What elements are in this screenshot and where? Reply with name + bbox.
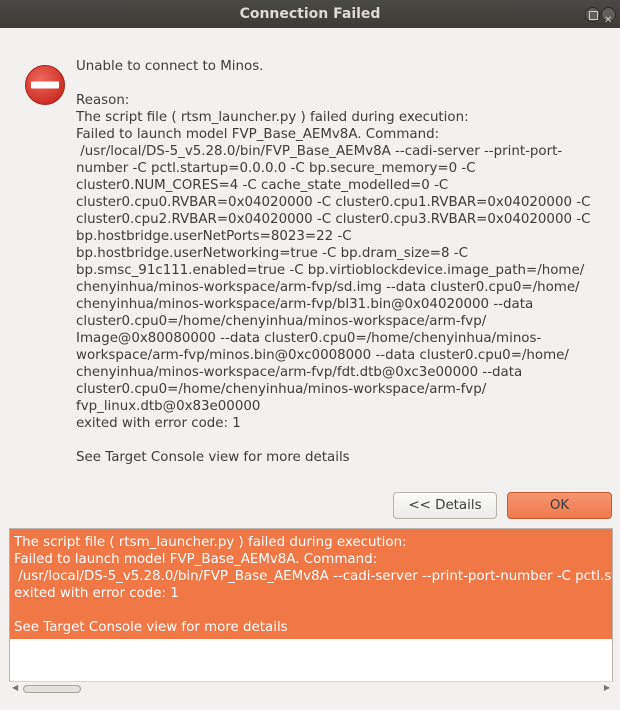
message-line: fvp_linux.dtb@0x83e00000 [76, 399, 261, 414]
message-line: cluster0.cpu0.RVBAR=0x04020000 -C cluste… [76, 195, 591, 210]
message-line: cluster0.cpu2.RVBAR=0x04020000 -C cluste… [76, 212, 591, 227]
details-line [14, 602, 612, 619]
message-line: Image@0x80080000 --data cluster0.cpu0=/h… [76, 331, 542, 346]
message-line: exited with error code: 1 [76, 416, 241, 431]
message-line [76, 75, 596, 92]
message-line: cluster0.NUM_CORES=4 -C cache_state_mode… [76, 178, 449, 193]
message-line: number -C pctl.startup=0.0.0.0 -C bp.sec… [76, 161, 476, 176]
ok-button[interactable]: OK [507, 492, 612, 519]
message-line: bp.hostbridge.userNetPorts=8023=22 -C [76, 229, 352, 244]
message-line: chenyinhua/minos-workspace/arm-fvp/fdt.d… [76, 365, 523, 380]
message-line: /usr/local/DS-5_v5.28.0/bin/FVP_Base_AEM… [76, 144, 563, 159]
message-line: bp.hostbridge.userNetworking=true -C bp.… [76, 246, 468, 261]
message-line [76, 432, 596, 449]
maximize-button[interactable] [585, 7, 600, 22]
horizontal-scrollbar[interactable]: ◀ ▶ [9, 681, 613, 695]
scroll-right-icon[interactable]: ▶ [604, 683, 610, 692]
details-button[interactable]: << Details [393, 492, 497, 519]
message-line: cluster0.cpu0=/home/chenyinhua/minos-wor… [76, 382, 487, 397]
details-selected-text: The script file ( rtsm_launcher.py ) fai… [10, 529, 612, 639]
error-message: Unable to connect to Minos. Reason: The sc… [76, 58, 596, 466]
error-icon [25, 65, 65, 105]
message-line: workspace/arm-fvp/minos.bin@0xc0008000 -… [76, 348, 569, 363]
message-line: cluster0.cpu0=/home/chenyinhua/minos-wor… [76, 314, 487, 329]
details-line: See Target Console view for more details [14, 620, 288, 635]
message-line: Failed to launch model FVP_Base_AEMv8A. … [76, 127, 440, 142]
details-line: /usr/local/DS-5_v5.28.0/bin/FVP_Base_AEM… [18, 569, 612, 584]
details-text-area[interactable]: The script file ( rtsm_launcher.py ) fai… [9, 528, 613, 695]
scrollbar-thumb[interactable] [23, 685, 81, 693]
scroll-left-icon[interactable]: ◀ [12, 683, 18, 692]
message-line: chenyinhua/minos-workspace/arm-fvp/bl31.… [76, 297, 534, 312]
details-line: exited with error code: 1 [14, 586, 179, 601]
message-line: The script file ( rtsm_launcher.py ) fai… [76, 110, 469, 125]
message-line: Unable to connect to Minos. [76, 59, 264, 74]
title-bar: Connection Failed [0, 0, 620, 35]
details-line: Failed to launch model FVP_Base_AEMv8A. … [14, 552, 378, 567]
message-line: Reason: [76, 93, 130, 108]
window-title: Connection Failed [239, 6, 381, 22]
message-line: See Target Console view for more details [76, 450, 350, 465]
message-line: bp.smsc_91c111.enabled=true -C bp.virtio… [76, 263, 585, 278]
details-line: The script file ( rtsm_launcher.py ) fai… [14, 535, 407, 550]
close-button[interactable] [601, 7, 616, 35]
message-line: chenyinhua/minos-workspace/arm-fvp/sd.im… [76, 280, 580, 295]
